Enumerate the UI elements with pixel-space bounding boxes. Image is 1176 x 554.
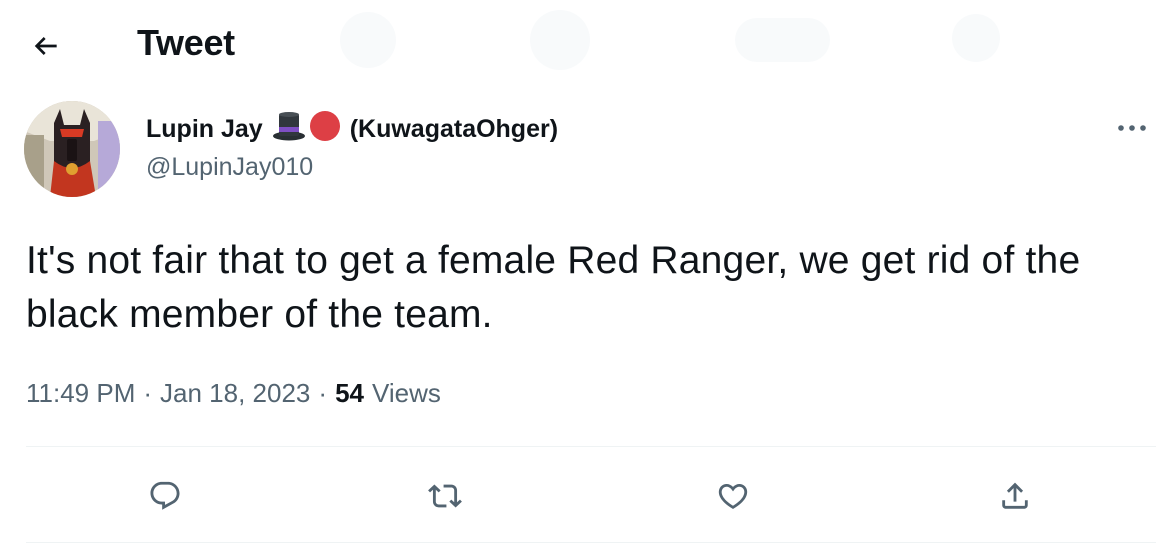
reply-icon	[150, 481, 180, 510]
tweet-date[interactable]: Jan 18, 2023	[160, 378, 310, 409]
background-decoration	[340, 12, 396, 68]
red-circle-emoji	[309, 110, 341, 149]
author-handle[interactable]: @LupinJay010	[146, 153, 558, 182]
tweet-text: It's not fair that to get a female Red R…	[26, 239, 1081, 336]
avatar-image	[24, 101, 120, 197]
views-label: Views	[371, 378, 441, 408]
author-display-name[interactable]: Lupin Jay	[146, 115, 263, 144]
arrow-left-icon	[34, 37, 57, 55]
page-title: Tweet	[137, 22, 235, 63]
like-icon	[718, 483, 748, 509]
share-button[interactable]	[990, 471, 1040, 521]
views-count: 54	[335, 378, 364, 408]
background-decoration	[530, 10, 590, 70]
tweet-metadata: 11:49 PM · Jan 18, 2023 · 54 Views	[26, 378, 441, 409]
share-icon	[1002, 482, 1028, 509]
more-options-button[interactable]	[1114, 116, 1150, 140]
meta-separator: ·	[318, 378, 328, 408]
retweet-button[interactable]	[420, 471, 470, 521]
tweet-time[interactable]: 11:49 PM	[26, 378, 135, 409]
background-decoration	[952, 14, 1000, 62]
meta-separator: ·	[143, 378, 153, 408]
retweet-icon	[428, 484, 462, 508]
top-bar: Tweet	[0, 0, 1176, 90]
tweet-author[interactable]: Lupin Jay (KuwagataOhger) @LupinJay010	[146, 110, 559, 182]
background-decoration	[735, 18, 830, 62]
more-horizontal-icon	[1118, 125, 1146, 131]
avatar[interactable]	[24, 101, 120, 197]
reply-button[interactable]	[140, 471, 190, 521]
author-name-suffix: (KuwagataOhger)	[349, 114, 559, 143]
like-button[interactable]	[708, 471, 758, 521]
divider	[26, 542, 1156, 543]
back-button[interactable]	[22, 24, 70, 68]
top-hat-emoji	[272, 110, 306, 149]
divider	[26, 446, 1156, 447]
tweet-actions	[26, 450, 1156, 542]
